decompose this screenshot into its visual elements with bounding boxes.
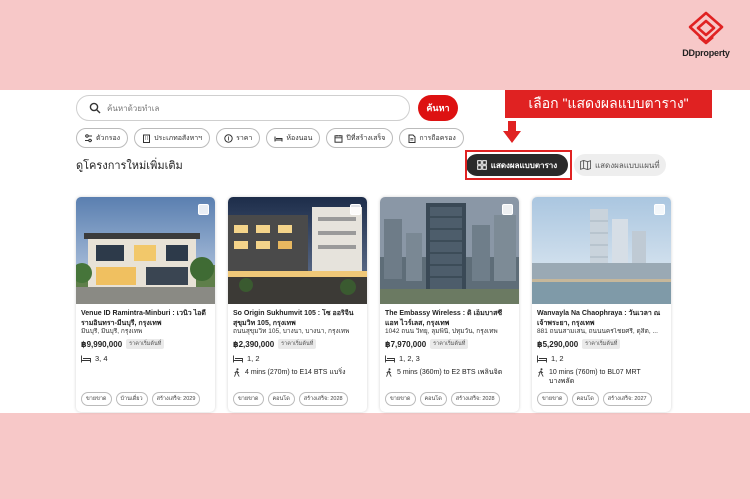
highlight-box	[465, 150, 572, 180]
price-badge: ราคาเริ่มต้นที่	[126, 339, 165, 349]
bedroom-count: 1, 2	[551, 354, 564, 363]
listing-photo	[532, 197, 671, 304]
listing-tag: คอนโด	[571, 392, 599, 406]
filter-chip-completion-year[interactable]: ปีที่สร้างเสร็จ	[326, 128, 394, 148]
bed-icon	[81, 355, 91, 362]
map-icon	[580, 160, 591, 170]
listing-photo	[228, 197, 367, 304]
filter-chip-property-type[interactable]: ประเภทอสังหาฯ	[134, 128, 211, 148]
favorite-checkbox[interactable]	[350, 204, 361, 215]
favorite-checkbox[interactable]	[198, 204, 209, 215]
building-icon	[143, 134, 151, 143]
listing-tag: ขายขาด	[233, 392, 264, 406]
listing-address: 881 ถนนสามเสน, ถนนนครไชยศรี, ดุสิต, ...	[537, 328, 658, 335]
calendar-icon	[334, 134, 343, 143]
ddproperty-logo-icon	[688, 11, 724, 45]
filter-bar: ตัวกรอง ประเภทอสังหาฯ ราคา ห้องนอน ปีที่…	[76, 128, 464, 148]
listing-title: Venue ID Ramintra-Minburi : เวนิว ไอดี ร…	[81, 310, 206, 327]
filter-chip-label: ประเภทอสังหาฯ	[154, 134, 203, 142]
listing-address: มีนบุรี, มีนบุรี, กรุงเทพ	[81, 328, 143, 335]
listing-tag: คอนโด	[267, 392, 295, 406]
favorite-checkbox[interactable]	[502, 204, 513, 215]
transit-info: 5 mins (360m) to E2 BTS เพลินจิต	[397, 369, 503, 376]
favorite-checkbox[interactable]	[654, 204, 665, 215]
listing-photo	[380, 197, 519, 304]
instruction-callout: เลือก "แสดงผลแบบตาราง"	[505, 90, 712, 118]
walking-icon	[234, 368, 240, 377]
listing-price: ฿2,390,000	[233, 339, 275, 349]
filter-chip-label: ห้องนอน	[286, 134, 313, 142]
listing-tag: สร้างเสร็จ: 2028	[298, 392, 348, 406]
bed-icon	[274, 136, 283, 141]
listing-tag: สร้างเสร็จ: 2027	[602, 392, 652, 406]
bed-icon	[385, 355, 395, 362]
bedroom-count: 3, 4	[95, 354, 108, 363]
bed-icon	[233, 355, 243, 362]
filter-icon	[85, 133, 92, 142]
document-icon	[408, 134, 416, 143]
filter-chip-price[interactable]: ราคา	[216, 128, 261, 148]
listing-tag: สร้างเสร็จ: 2029	[151, 392, 201, 406]
search-input[interactable]	[107, 103, 387, 113]
listing-title: So Origin Sukhumvit 105 : โซ ออริจิ้น สุ…	[233, 310, 354, 327]
listing-card[interactable]: The Embassy Wireless : ดิ เอ็มบาสซี แอท …	[380, 197, 519, 412]
filter-chip-label: ราคา	[236, 134, 253, 142]
listing-card[interactable]: Venue ID Ramintra-Minburi : เวนิว ไอดี ร…	[76, 197, 215, 412]
filter-chip-label: ปีที่สร้างเสร็จ	[346, 134, 386, 142]
ddproperty-logo: DDproperty	[676, 10, 736, 58]
filter-chip-label: ตัวกรอง	[96, 134, 121, 142]
filter-chip-tenure[interactable]: การถือครอง	[399, 128, 464, 148]
search-button[interactable]: ค้นหา	[418, 95, 458, 121]
top-band	[0, 0, 750, 90]
riverside-photo	[532, 197, 671, 304]
listing-title: The Embassy Wireless : ดิ เอ็มบาสซี แอท …	[385, 310, 503, 327]
brand-name: DDproperty	[682, 48, 730, 58]
bedroom-count: 1, 2, 3	[399, 354, 420, 363]
price-badge: ราคาเริ่มต้นที่	[582, 339, 621, 349]
filter-chip-filters[interactable]: ตัวกรอง	[76, 128, 129, 148]
bottom-band	[0, 413, 750, 499]
price-badge: ราคาเริ่มต้นที่	[278, 339, 317, 349]
section-title: ดูโครงการใหม่เพิ่มเติม	[76, 160, 183, 172]
listing-photo	[76, 197, 215, 304]
listing-tag: ขายขาด	[385, 392, 416, 406]
map-view-button[interactable]: แสดงผลแบบแผนที่	[574, 154, 666, 176]
search-bar[interactable]	[76, 95, 410, 121]
bed-icon	[537, 355, 547, 362]
listing-title: Wanvayla Na Chaophraya : วันเวลา ณ เจ้าพ…	[537, 310, 661, 327]
condo-photo	[228, 197, 367, 304]
transit-info: 10 mins (760m) to BL07 MRT บางพลัด	[549, 369, 641, 385]
listing-card[interactable]: So Origin Sukhumvit 105 : โซ ออริจิ้น สุ…	[228, 197, 367, 412]
coin-icon	[224, 133, 233, 143]
bedroom-count: 1, 2	[247, 354, 260, 363]
listing-tag: บ้านเดี่ยว	[115, 392, 148, 406]
walking-icon	[386, 368, 392, 377]
search-icon	[89, 102, 101, 114]
tower-photo	[380, 197, 519, 304]
listing-price: ฿9,990,000	[81, 339, 123, 349]
listing-price: ฿7,970,000	[385, 339, 427, 349]
filter-chip-label: การถือครอง	[419, 134, 456, 142]
walking-icon	[538, 368, 544, 377]
listing-address: ถนนสุขุมวิท 105, บางนา, บางนา, กรุงเทพ	[233, 328, 350, 335]
listing-address: 1042 ถนน วิทยุ, ลุมพินี, ปทุมวัน, กรุงเท…	[385, 328, 498, 335]
listing-card[interactable]: Wanvayla Na Chaophraya : วันเวลา ณ เจ้าพ…	[532, 197, 671, 412]
listing-tag: คอนโด	[419, 392, 447, 406]
listing-tag: ขายขาด	[81, 392, 112, 406]
listing-tag: ขายขาด	[537, 392, 568, 406]
listing-price: ฿5,290,000	[537, 339, 579, 349]
map-view-label: แสดงผลแบบแผนที่	[595, 160, 660, 170]
listing-tag: สร้างเสร็จ: 2028	[450, 392, 500, 406]
price-badge: ราคาเริ่มต้นที่	[430, 339, 469, 349]
transit-info: 4 mins (270m) to E14 BTS แบริ่ง	[245, 369, 346, 376]
house-photo	[76, 197, 215, 304]
filter-chip-bedrooms[interactable]: ห้องนอน	[266, 128, 321, 148]
arrow-down-icon	[503, 121, 521, 143]
